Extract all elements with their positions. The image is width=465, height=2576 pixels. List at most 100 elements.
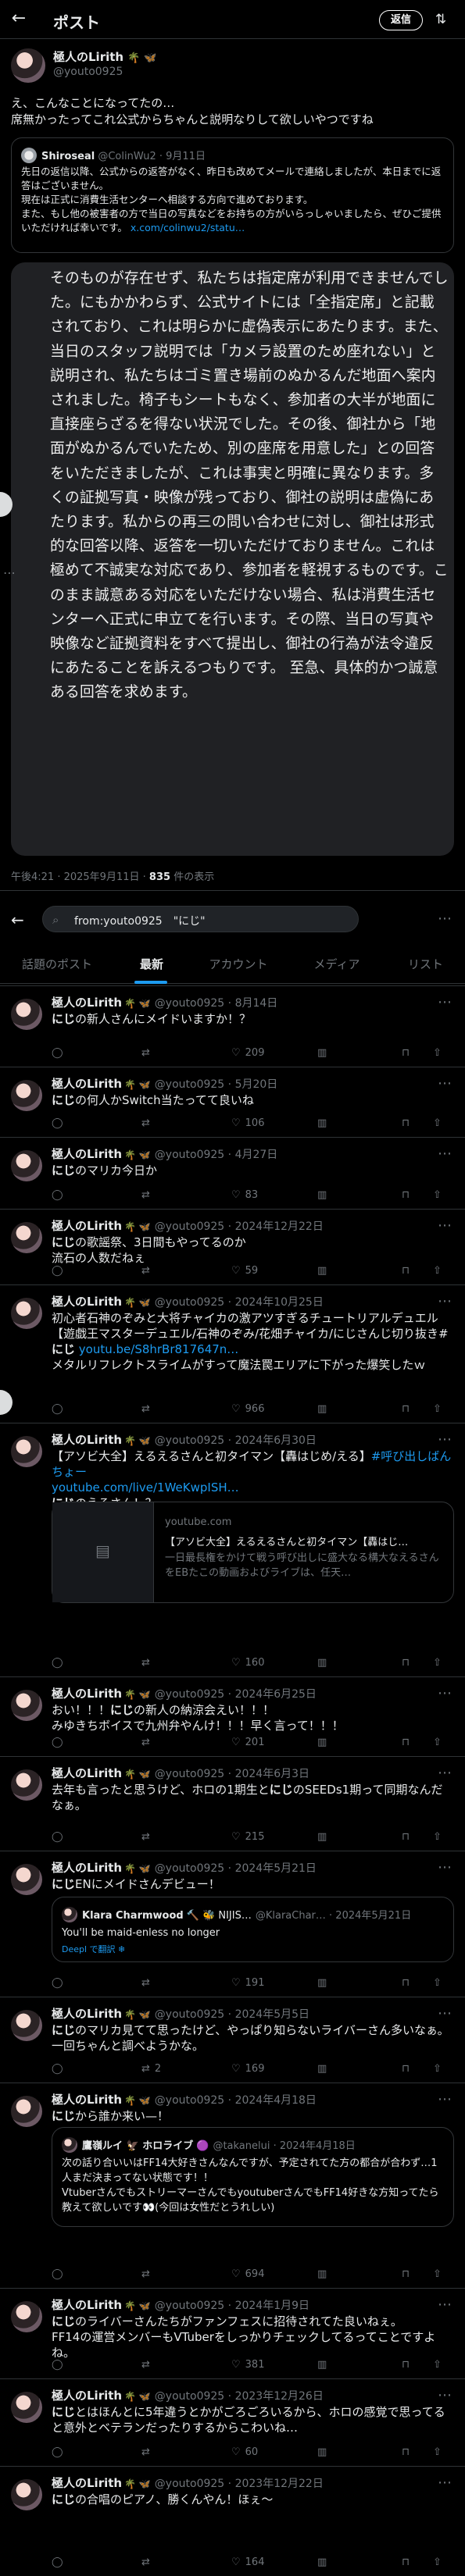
author-handle[interactable]: @youto0925 (155, 1296, 224, 1309)
share-icon[interactable]: ⇧ (433, 1263, 442, 1279)
chart-action[interactable]: ▥ (317, 2061, 331, 2077)
avatar[interactable] (11, 2096, 42, 2127)
chart-action[interactable]: ▥ (317, 2357, 331, 2373)
more-icon[interactable]: ⋯ (438, 2005, 452, 2022)
post-date[interactable]: 2024年12月22日 (235, 1220, 324, 1233)
author-name[interactable]: 極人のLirith (52, 2298, 122, 2312)
retweet-action[interactable]: ⇄ (141, 1116, 155, 1131)
retweet-action[interactable]: ⇄ (141, 2555, 155, 2571)
avatar[interactable] (11, 1690, 42, 1721)
heart-action[interactable]: ♡ 169 (231, 2061, 264, 2077)
author-name[interactable]: 極人のLirith (52, 2389, 122, 2403)
reply-action[interactable]: ◯ (52, 2267, 68, 2282)
reply-action[interactable]: ◯ (52, 1188, 68, 1203)
retweet-action[interactable]: ⇄ (141, 1188, 155, 1203)
more-icon[interactable]: ⋯ (438, 1217, 452, 1234)
author-name[interactable]: 極人のLirith (52, 1687, 122, 1701)
heart-action[interactable]: ♡ 191 (231, 1976, 264, 1991)
quoted-post[interactable]: 鷹嶺ルイ 🦅 ホロライブ 🟣 @takanelui · 2024年4月18日 次の話り… (52, 2127, 454, 2227)
author-handle[interactable]: @youto0925 (53, 66, 123, 78)
chart-action[interactable]: ▥ (317, 1830, 331, 1845)
author-name[interactable]: 極人のLirith (52, 2476, 122, 2490)
reply-action[interactable]: ◯ (52, 1830, 68, 1845)
author-name[interactable]: 極人のLirith (52, 996, 122, 1010)
more-icon[interactable]: ⋯ (438, 910, 452, 927)
avatar[interactable] (11, 1150, 42, 1181)
more-icon[interactable]: ⋯ (438, 2387, 452, 2403)
reply-action[interactable]: ◯ (52, 1263, 68, 1279)
chart-action[interactable]: ▥ (317, 1263, 331, 1279)
search-query[interactable]: from:youto0925 "にじ" (74, 913, 206, 928)
heart-action[interactable]: ♡ 59 (231, 1263, 258, 1279)
more-icon[interactable]: ⋯ (438, 1145, 452, 1162)
author-name[interactable]: 極人のLirith (52, 2007, 122, 2021)
chart-action[interactable]: ▥ (317, 2267, 331, 2282)
back-arrow-icon[interactable]: ← (11, 910, 24, 929)
back-arrow-icon[interactable]: ← (9, 9, 28, 28)
search-result-post[interactable]: 極人のLirith 🌴 🦋 @youto0925 · 8月14日 ⋯ にじの新人さんにメ… (0, 985, 465, 1067)
reply-action[interactable]: ◯ (52, 2445, 68, 2460)
search-result-post[interactable]: 極人のLirith 🌴 🦋 @youto0925 · 2024年12月22日 ⋯ にじの… (0, 1209, 465, 1284)
bookmark-icon[interactable]: ⊓ (402, 2555, 410, 2571)
quoted-post[interactable]: Shiroseal @ColinWu2 · 9月11日 先日の返信以降、公式から… (11, 137, 454, 253)
retweet-action[interactable]: ⇄ (141, 1655, 155, 1671)
chart-action[interactable]: ▥ (317, 1046, 331, 1061)
heart-action[interactable]: ♡ 381 (231, 2357, 264, 2373)
search-result-post[interactable]: 極人のLirith 🌴 🦋 @youto0925 · 2024年4月18日 ⋯ にじから… (0, 2083, 465, 2288)
tab-lists[interactable]: リスト (386, 945, 465, 984)
avatar[interactable] (11, 2301, 42, 2332)
chart-action[interactable]: ▥ (317, 1188, 331, 1203)
author-handle[interactable]: @youto0925 (155, 1434, 224, 1447)
post-date[interactable]: 2023年12月26日 (235, 2390, 324, 2403)
translate-link[interactable]: Deepl で翻訳 ❄ (62, 1943, 125, 1955)
share-icon[interactable]: ⇧ (433, 2267, 442, 2282)
heart-action[interactable]: ♡ 215 (231, 1830, 264, 1845)
share-icon[interactable]: ⇧ (433, 2357, 442, 2373)
post-date[interactable]: 8月14日 (235, 997, 278, 1010)
share-icon[interactable]: ⇧ (433, 2061, 442, 2077)
tab-latest[interactable]: 最新 (114, 945, 189, 984)
author-name[interactable]: 極人のLirith (52, 1147, 122, 1161)
avatar[interactable] (11, 1080, 42, 1111)
reply-action[interactable]: ◯ (52, 1402, 68, 1417)
share-icon[interactable]: ⇧ (433, 1402, 442, 1417)
post-date[interactable]: 2024年6月30日 (235, 1434, 317, 1447)
retweet-action[interactable]: ⇄ (141, 1976, 155, 1991)
chart-action[interactable]: ▥ (317, 2445, 331, 2460)
retweet-action[interactable]: ⇄ 2 (141, 2061, 161, 2077)
author-handle[interactable]: @youto0925 (155, 1688, 224, 1701)
author-name[interactable]: 極人のLirith (52, 2093, 122, 2107)
search-result-post[interactable]: 極人のLirith 🌴 🦋 @youto0925 · 2024年1月9日 ⋯ にじのライ… (0, 2288, 465, 2378)
bookmark-icon[interactable]: ⊓ (402, 1402, 410, 1417)
reply-action[interactable]: ◯ (52, 2555, 68, 2571)
search-result-post[interactable]: 極人のLirith 🌴 🦋 @youto0925 · 2023年12月22日 ⋯ にじの… (0, 2466, 465, 2576)
share-icon[interactable]: ⇧ (433, 1188, 442, 1203)
reply-action[interactable]: ◯ (52, 1046, 68, 1061)
share-icon[interactable]: ⇧ (433, 2555, 442, 2571)
author-name[interactable]: 極人のLirith 🌴 🦋 (53, 48, 156, 65)
bookmark-icon[interactable]: ⊓ (402, 1116, 410, 1131)
post-date[interactable]: 2024年1月9日 (235, 2300, 309, 2312)
bookmark-icon[interactable]: ⊓ (402, 1976, 410, 1991)
avatar[interactable] (11, 1436, 42, 1467)
post-date[interactable]: 4月27日 (235, 1149, 278, 1161)
chart-action[interactable]: ▥ (317, 1735, 331, 1751)
retweet-action[interactable]: ⇄ (141, 2357, 155, 2373)
search-result-post[interactable]: 極人のLirith 🌴 🦋 @youto0925 · 2024年10月25日 ⋯ 初心者… (0, 1284, 465, 1423)
chart-action[interactable]: ▥ (317, 1402, 331, 1417)
post-date[interactable]: 2024年4月18日 (235, 2094, 317, 2107)
more-icon[interactable]: ⋯ (438, 1293, 452, 1309)
tab-media[interactable]: メディア (288, 945, 386, 984)
heart-action[interactable]: ♡ 164 (231, 2555, 264, 2571)
url-link[interactable]: youtu.be/S8hrBr817647n… (79, 1342, 239, 1356)
author-handle[interactable]: @youto0925 (155, 1768, 224, 1780)
search-result-post[interactable]: 極人のLirith 🌴 🦋 @youto0925 · 2024年5月5日 ⋯ にじのマリ… (0, 1997, 465, 2083)
more-icon[interactable]: ⋯ (438, 1765, 452, 1781)
retweet-action[interactable]: ⇄ (141, 1046, 155, 1061)
retweet-action[interactable]: ⇄ (141, 2445, 155, 2460)
chart-action[interactable]: ▥ (317, 2555, 331, 2571)
author-handle[interactable]: @youto0925 (155, 2300, 224, 2312)
author-name[interactable]: 極人のLirith (52, 1295, 122, 1309)
reply-button[interactable]: 返信 (379, 10, 423, 30)
search-input[interactable]: ⌕ from:youto0925 "にじ" (42, 906, 359, 932)
